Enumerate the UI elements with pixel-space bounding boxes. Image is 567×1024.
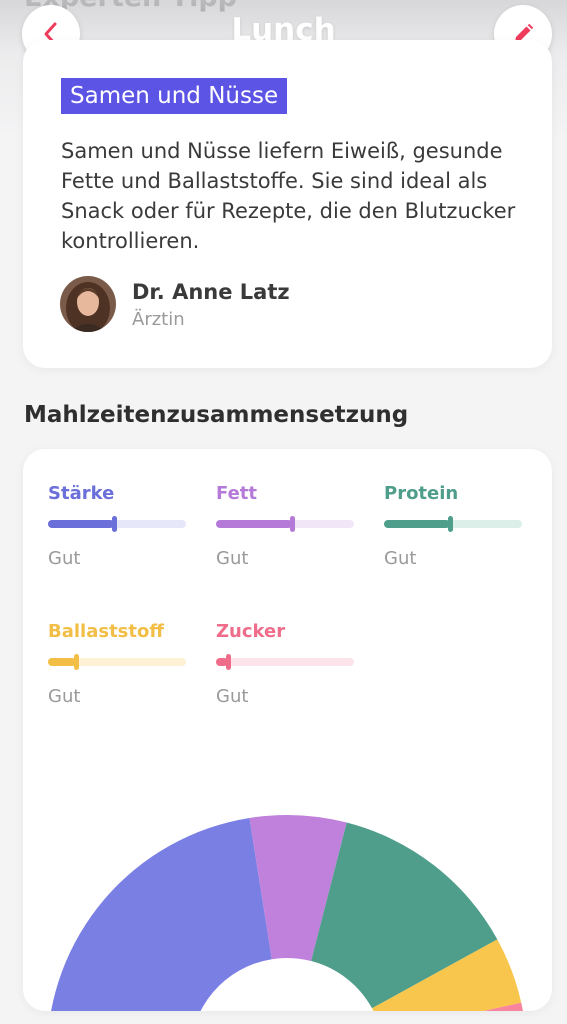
metric-rating: Gut: [216, 686, 249, 707]
metric-name: Fett: [216, 483, 257, 504]
metric-name: Ballaststoff: [48, 621, 164, 642]
expert-tip-card: Samen und Nüsse Samen und Nüsse liefern …: [23, 40, 552, 368]
metric-protein: Protein Gut: [384, 483, 534, 569]
metric-bar: [216, 516, 354, 532]
tip-tag: Samen und Nüsse: [61, 78, 288, 114]
tip-text: Samen und Nüsse liefern Eiweiß, gesunde …: [61, 139, 516, 253]
composition-donut-chart: [51, 815, 523, 1011]
author-role: Ärztin: [132, 309, 185, 330]
metric-rating: Gut: [384, 548, 417, 569]
metric-bar: [48, 516, 186, 532]
metric-name: Zucker: [216, 621, 286, 642]
donut-slice-stärke: [51, 817, 272, 1011]
metric-bar: [216, 654, 354, 670]
author-name: Dr. Anne Latz: [132, 280, 290, 304]
metric-fett: Fett Gut: [216, 483, 366, 569]
metric-zucker: Zucker Gut: [216, 621, 366, 707]
avatar: [60, 276, 116, 332]
metric-name: Stärke: [48, 483, 115, 504]
metric-bar: [48, 654, 186, 670]
metric-rating: Gut: [48, 686, 81, 707]
composition-card: Stärke Gut Fett Gut Protein Gut Ballasts…: [23, 449, 552, 1011]
composition-heading: Mahlzeitenzusammensetzung: [24, 402, 409, 428]
metric-staerke: Stärke Gut: [48, 483, 198, 569]
metric-bar: [384, 516, 522, 532]
metric-rating: Gut: [216, 548, 249, 569]
metric-rating: Gut: [48, 548, 81, 569]
metric-name: Protein: [384, 483, 459, 504]
metric-ballaststoff: Ballaststoff Gut: [48, 621, 198, 707]
